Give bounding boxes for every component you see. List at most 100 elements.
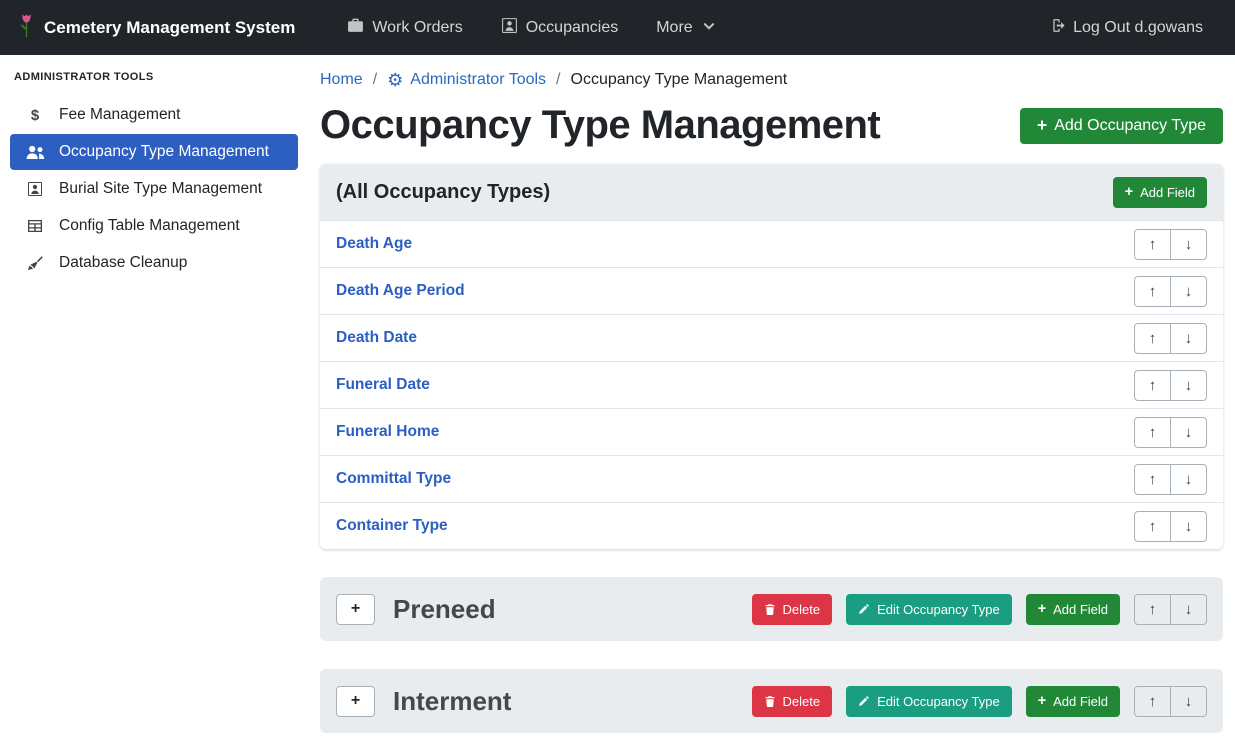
- reorder-button-group: ↑ ↓: [1134, 229, 1207, 260]
- sidebar-item-occupancy-type-management[interactable]: Occupancy Type Management: [10, 134, 298, 170]
- breadcrumb: Home / ⚙ Administrator Tools / Occupancy…: [320, 71, 1223, 89]
- nav-more-label: More: [656, 19, 692, 37]
- sidebar-item-config-table-management[interactable]: Config Table Management: [10, 208, 298, 244]
- logout-label: Log Out d.gowans: [1073, 19, 1203, 37]
- add-field-button[interactable]: + Add Field: [1026, 594, 1120, 625]
- sidebar-item-label: Burial Site Type Management: [59, 180, 262, 198]
- field-row: Funeral Home ↑ ↓: [320, 408, 1223, 455]
- field-row: Container Type ↑ ↓: [320, 502, 1223, 549]
- move-down-button[interactable]: ↓: [1170, 276, 1207, 307]
- work-orders-icon: [347, 17, 364, 39]
- expand-button[interactable]: +: [336, 594, 375, 625]
- sidebar-item-label: Config Table Management: [59, 217, 240, 235]
- move-up-button[interactable]: ↑: [1134, 323, 1171, 354]
- app-title: Cemetery Management System: [44, 18, 295, 38]
- reorder-button-group: ↑ ↓: [1134, 370, 1207, 401]
- pencil-icon: [858, 695, 870, 707]
- move-up-button[interactable]: ↑: [1134, 417, 1171, 448]
- section-actions: Delete Edit Occupancy Type + Add Field ↑…: [752, 594, 1207, 625]
- move-up-button[interactable]: ↑: [1134, 229, 1171, 260]
- move-down-button[interactable]: ↓: [1170, 511, 1207, 542]
- reorder-button-group: ↑ ↓: [1134, 686, 1207, 717]
- move-up-button[interactable]: ↑: [1134, 464, 1171, 495]
- title-row: Occupancy Type Management + Add Occupanc…: [320, 103, 1223, 148]
- move-down-button[interactable]: ↓: [1170, 370, 1207, 401]
- field-link[interactable]: Death Age: [336, 235, 412, 253]
- logout-icon: [1048, 17, 1065, 39]
- move-down-button[interactable]: ↓: [1170, 417, 1207, 448]
- nav-work-orders-label: Work Orders: [372, 19, 462, 37]
- flower-logo-icon: [18, 12, 35, 43]
- trash-icon: [764, 603, 776, 616]
- move-down-button[interactable]: ↓: [1170, 686, 1207, 717]
- reorder-button-group: ↑ ↓: [1134, 511, 1207, 542]
- nav-more[interactable]: More: [642, 11, 728, 45]
- move-down-button[interactable]: ↓: [1170, 229, 1207, 260]
- plus-icon: +: [1125, 185, 1133, 199]
- users-icon: [24, 145, 46, 160]
- field-row: Death Age Period ↑ ↓: [320, 267, 1223, 314]
- sidebar-item-label: Fee Management: [59, 106, 181, 124]
- move-up-button[interactable]: ↑: [1134, 686, 1171, 717]
- move-up-button[interactable]: ↑: [1134, 594, 1171, 625]
- occupancy-type-section-preneed: + Preneed Delete Edit Occupancy Type + A…: [320, 577, 1223, 641]
- sidebar-item-database-cleanup[interactable]: Database Cleanup: [10, 245, 298, 281]
- breadcrumb-separator: /: [373, 71, 377, 89]
- field-link[interactable]: Funeral Date: [336, 376, 430, 394]
- broom-icon: [24, 255, 46, 271]
- move-down-button[interactable]: ↓: [1170, 323, 1207, 354]
- delete-button[interactable]: Delete: [752, 686, 833, 717]
- add-field-button[interactable]: + Add Field: [1113, 177, 1207, 208]
- breadcrumb-separator: /: [556, 71, 560, 89]
- plus-icon: +: [1038, 694, 1046, 708]
- logout-link[interactable]: Log Out d.gowans: [1034, 9, 1217, 47]
- add-occupancy-type-button[interactable]: + Add Occupancy Type: [1020, 108, 1223, 144]
- field-link[interactable]: Funeral Home: [336, 423, 439, 441]
- field-row: Committal Type ↑ ↓: [320, 455, 1223, 502]
- person-frame-icon: [24, 181, 46, 197]
- sidebar-heading: ADMINISTRATOR TOOLS: [14, 71, 298, 83]
- app-brand[interactable]: Cemetery Management System: [18, 12, 295, 43]
- expand-button[interactable]: +: [336, 686, 375, 717]
- add-field-button[interactable]: + Add Field: [1026, 686, 1120, 717]
- nav-work-orders[interactable]: Work Orders: [333, 9, 476, 47]
- field-link[interactable]: Death Date: [336, 329, 417, 347]
- field-link[interactable]: Death Age Period: [336, 282, 465, 300]
- field-row: Death Date ↑ ↓: [320, 314, 1223, 361]
- reorder-button-group: ↑ ↓: [1134, 276, 1207, 307]
- move-down-button[interactable]: ↓: [1170, 464, 1207, 495]
- sidebar-item-fee-management[interactable]: $ Fee Management: [10, 97, 298, 133]
- occupancies-icon: [501, 17, 518, 39]
- edit-occupancy-type-button[interactable]: Edit Occupancy Type: [846, 686, 1012, 717]
- card-header: (All Occupancy Types) + Add Field: [320, 164, 1223, 220]
- reorder-button-group: ↑ ↓: [1134, 417, 1207, 448]
- reorder-button-group: ↑ ↓: [1134, 594, 1207, 625]
- pencil-icon: [858, 603, 870, 615]
- move-up-button[interactable]: ↑: [1134, 511, 1171, 542]
- sidebar: ADMINISTRATOR TOOLS $ Fee Management Occ…: [0, 55, 308, 738]
- plus-icon: +: [1038, 602, 1046, 616]
- all-occupancy-types-card: (All Occupancy Types) + Add Field Death …: [320, 164, 1223, 549]
- nav-occupancies[interactable]: Occupancies: [487, 9, 633, 47]
- move-up-button[interactable]: ↑: [1134, 276, 1171, 307]
- edit-occupancy-type-button[interactable]: Edit Occupancy Type: [846, 594, 1012, 625]
- delete-button[interactable]: Delete: [752, 594, 833, 625]
- chevron-down-icon: [703, 19, 715, 37]
- move-down-button[interactable]: ↓: [1170, 594, 1207, 625]
- move-up-button[interactable]: ↑: [1134, 370, 1171, 401]
- breadcrumb-admin-tools-link[interactable]: ⚙ Administrator Tools: [387, 71, 546, 89]
- breadcrumb-current: Occupancy Type Management: [571, 71, 788, 89]
- top-navbar: Cemetery Management System Work Orders O…: [0, 0, 1235, 55]
- nav-occupancies-label: Occupancies: [526, 19, 619, 37]
- gear-icon: ⚙: [387, 71, 403, 89]
- trash-icon: [764, 695, 776, 708]
- main-content: Home / ⚙ Administrator Tools / Occupancy…: [320, 55, 1223, 733]
- field-link[interactable]: Container Type: [336, 517, 448, 535]
- field-link[interactable]: Committal Type: [336, 470, 451, 488]
- sidebar-item-label: Database Cleanup: [59, 254, 187, 272]
- sidebar-item-burial-site-type-management[interactable]: Burial Site Type Management: [10, 171, 298, 207]
- field-row: Funeral Date ↑ ↓: [320, 361, 1223, 408]
- breadcrumb-home-link[interactable]: Home: [320, 71, 363, 89]
- card-title: (All Occupancy Types): [336, 181, 550, 204]
- reorder-button-group: ↑ ↓: [1134, 464, 1207, 495]
